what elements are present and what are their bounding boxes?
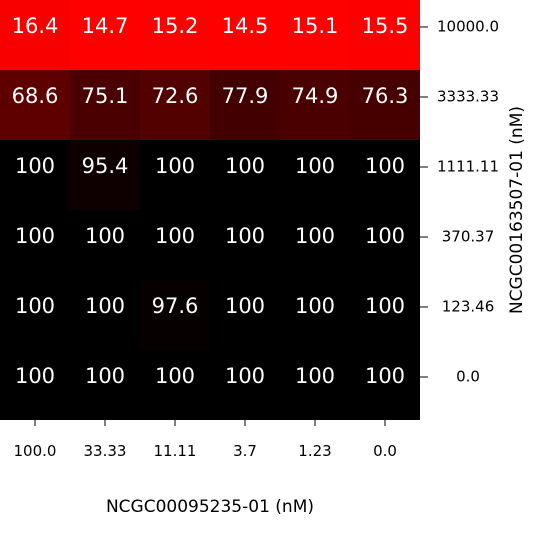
cell-value-label: 75.1 <box>82 84 129 108</box>
x-tick-label: 11.11 <box>154 442 197 460</box>
y-axis-title: NCGC00163507-01 (nM) <box>507 106 527 314</box>
x-axis: 100.0 33.33 11.11 3.7 1.23 0.0 <box>14 420 397 460</box>
x-tick-label: 3.7 <box>233 442 257 460</box>
y-tick-label: 0.0 <box>456 368 480 386</box>
cell-value-label: 100 <box>15 294 55 318</box>
heatmap-cells <box>0 0 420 420</box>
cell-value-label: 100 <box>225 224 265 248</box>
cell-value-label: 100 <box>155 224 195 248</box>
cell-value-label: 100 <box>15 224 55 248</box>
x-axis-title: NCGC00095235-01 (nM) <box>106 497 314 517</box>
y-tick-label: 370.37 <box>442 228 495 246</box>
cell-value-label: 100 <box>295 154 335 178</box>
x-tick-label: 1.23 <box>298 442 331 460</box>
cell-value-label: 100 <box>295 224 335 248</box>
cell-value-label: 15.5 <box>362 14 409 38</box>
y-tick-label: 123.46 <box>442 298 495 316</box>
cell-value-label: 14.7 <box>82 14 129 38</box>
cell-value-label: 16.4 <box>12 14 59 38</box>
cell-value-label: 100 <box>85 294 125 318</box>
cell-value-label: 100 <box>365 154 405 178</box>
cell-value-label: 100 <box>15 154 55 178</box>
cell-value-label: 100 <box>295 364 335 388</box>
cell-value-label: 77.9 <box>222 84 269 108</box>
cell-value-label: 100 <box>225 294 265 318</box>
x-tick-label: 0.0 <box>373 442 397 460</box>
y-axis: 10000.0 3333.33 1111.11 370.37 123.46 0.0 <box>420 18 499 386</box>
cell-value-label: 100 <box>155 364 195 388</box>
cell-value-label: 72.6 <box>152 84 199 108</box>
cell-value-label: 100 <box>365 224 405 248</box>
cell-value-label: 74.9 <box>292 84 339 108</box>
cell-value-label: 100 <box>85 364 125 388</box>
cell-value-label: 100 <box>225 364 265 388</box>
cell-value-label: 76.3 <box>362 84 409 108</box>
cell-value-label: 15.1 <box>292 14 339 38</box>
heatmap-svg: 16.4 14.7 15.2 14.5 15.1 15.5 68.6 75.1 72.6 77.9… <box>0 0 527 517</box>
cell-value-label: 14.5 <box>222 14 269 38</box>
cell-value-label: 68.6 <box>12 84 59 108</box>
cell-value-label: 100 <box>365 364 405 388</box>
y-tick-label: 3333.33 <box>437 88 499 106</box>
cell-value-label: 97.6 <box>152 294 199 318</box>
x-tick-label: 33.33 <box>84 442 127 460</box>
cell-value-label: 95.4 <box>82 154 129 178</box>
heatmap-chart: 16.4 14.7 15.2 14.5 15.1 15.5 68.6 75.1 72.6 77.9… <box>0 0 560 560</box>
cell-value-label: 100 <box>155 154 195 178</box>
cell-value-label: 100 <box>225 154 265 178</box>
y-tick-label: 10000.0 <box>437 18 499 36</box>
cell-value-label: 15.2 <box>152 14 199 38</box>
cell-value-label: 100 <box>295 294 335 318</box>
y-tick-label: 1111.11 <box>437 158 499 176</box>
cell-value-label: 100 <box>15 364 55 388</box>
cell-value-label: 100 <box>365 294 405 318</box>
cell-value-label: 100 <box>85 224 125 248</box>
x-tick-label: 100.0 <box>14 442 57 460</box>
